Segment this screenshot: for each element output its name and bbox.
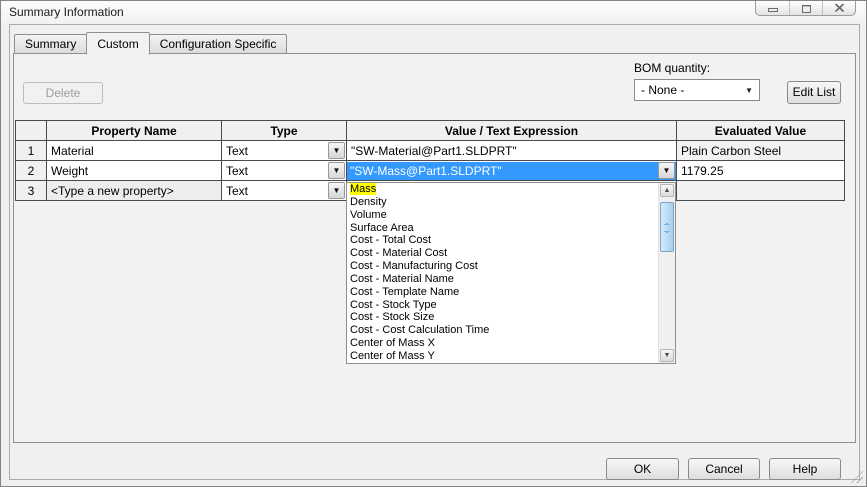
dropdown-item-cost-stock-size[interactable]: Cost - Stock Size: [347, 311, 675, 324]
header-row-number: [16, 121, 47, 141]
dropdown-scrollbar[interactable]: ▲ ▼: [658, 183, 675, 363]
chevron-down-icon: ▼: [745, 86, 753, 95]
dropdown-item-cost-cost-calculation-time[interactable]: Cost - Cost Calculation Time: [347, 324, 675, 337]
selected-expression-text: "SW-Mass@Part1.SLDPRT": [347, 161, 676, 180]
delete-button[interactable]: Delete: [23, 82, 103, 104]
type-combobox[interactable]: Text ▼: [222, 181, 347, 201]
dropdown-item-mass[interactable]: Mass: [347, 183, 675, 196]
minimize-icon: [767, 7, 778, 12]
chevron-down-icon[interactable]: ▼: [328, 142, 345, 159]
dropdown-item-center-of-mass-x[interactable]: Center of Mass X: [347, 337, 675, 350]
type-combobox[interactable]: Text ▼: [222, 141, 347, 161]
dropdown-item-cost-material-cost[interactable]: Cost - Material Cost: [347, 247, 675, 260]
close-icon: [834, 3, 844, 13]
close-button[interactable]: [822, 1, 855, 15]
chevron-down-icon[interactable]: ▼: [658, 162, 675, 179]
new-property-cell[interactable]: <Type a new property>: [47, 181, 222, 201]
dropdown-item-cost-total-cost[interactable]: Cost - Total Cost: [347, 234, 675, 247]
dropdown-item-volume[interactable]: Volume: [347, 209, 675, 222]
type-value: Text: [226, 183, 249, 198]
property-name-cell[interactable]: Weight: [47, 161, 222, 181]
window-title: Summary Information: [9, 5, 124, 19]
window-controls: [755, 1, 856, 16]
header-property-name: Property Name: [47, 121, 222, 141]
header-value-expression: Value / Text Expression: [347, 121, 677, 141]
row-number: 3: [16, 181, 47, 201]
header-type: Type: [222, 121, 347, 141]
value-expression-cell[interactable]: "SW-Material@Part1.SLDPRT": [347, 141, 677, 161]
dropdown-item-cost-stock-type[interactable]: Cost - Stock Type: [347, 299, 675, 312]
evaluated-value-cell: [677, 181, 845, 201]
type-value: Text: [226, 163, 249, 178]
highlighted-item-text: Mass: [350, 183, 377, 195]
summary-information-dialog: Summary Information Summary Custom Confi…: [0, 0, 867, 487]
tab-configuration-specific[interactable]: Configuration Specific: [148, 34, 288, 54]
scroll-down-icon[interactable]: ▼: [660, 349, 674, 362]
maximize-button[interactable]: [789, 1, 822, 15]
value-expression-combobox-active[interactable]: "SW-Mass@Part1.SLDPRT" ▼: [347, 161, 677, 181]
bom-quantity-value: - None -: [641, 83, 685, 97]
chevron-down-icon[interactable]: ▼: [328, 182, 345, 199]
help-button[interactable]: Help: [769, 458, 841, 480]
scroll-up-icon[interactable]: ▲: [660, 184, 674, 197]
scrollbar-thumb[interactable]: [660, 202, 674, 252]
evaluated-value-cell: 1179.25: [677, 161, 845, 181]
row-number: 2: [16, 161, 47, 181]
minimize-button[interactable]: [756, 1, 789, 15]
chevron-down-icon[interactable]: ▼: [328, 162, 345, 179]
tab-custom[interactable]: Custom: [86, 32, 150, 55]
bom-quantity-label: BOM quantity:: [634, 61, 711, 75]
table-row-2: 2 Weight Text ▼ "SW-Mass@Part1.SLDPRT" ▼…: [16, 161, 845, 181]
title-bar[interactable]: Summary Information: [1, 1, 866, 24]
evaluated-value-cell: Plain Carbon Steel: [677, 141, 845, 161]
dropdown-item-center-of-mass-y[interactable]: Center of Mass Y: [347, 350, 675, 363]
table-row-1: 1 Material Text ▼ "SW-Material@Part1.SLD…: [16, 141, 845, 161]
property-name-cell[interactable]: Material: [47, 141, 222, 161]
row-number: 1: [16, 141, 47, 161]
ok-button[interactable]: OK: [606, 458, 679, 480]
cancel-button[interactable]: Cancel: [688, 458, 760, 480]
dropdown-item-cost-material-name[interactable]: Cost - Material Name: [347, 273, 675, 286]
dropdown-item-surface-area[interactable]: Surface Area: [347, 222, 675, 235]
tab-summary[interactable]: Summary: [14, 34, 88, 54]
bom-quantity-combobox[interactable]: - None - ▼: [634, 79, 760, 101]
maximize-icon: [801, 5, 811, 13]
edit-list-button[interactable]: Edit List: [787, 81, 841, 104]
dropdown-item-cost-template-name[interactable]: Cost - Template Name: [347, 286, 675, 299]
table-header-row: Property Name Type Value / Text Expressi…: [16, 121, 845, 141]
dropdown-item-cost-manufacturing-cost[interactable]: Cost - Manufacturing Cost: [347, 260, 675, 273]
header-evaluated-value: Evaluated Value: [677, 121, 845, 141]
value-expression-dropdown-list: Mass Density Volume Surface Area Cost - …: [346, 182, 676, 364]
type-value: Text: [226, 143, 249, 158]
type-combobox[interactable]: Text ▼: [222, 161, 347, 181]
dropdown-item-density[interactable]: Density: [347, 196, 675, 209]
tab-strip: Summary Custom Configuration Specific: [14, 32, 288, 55]
